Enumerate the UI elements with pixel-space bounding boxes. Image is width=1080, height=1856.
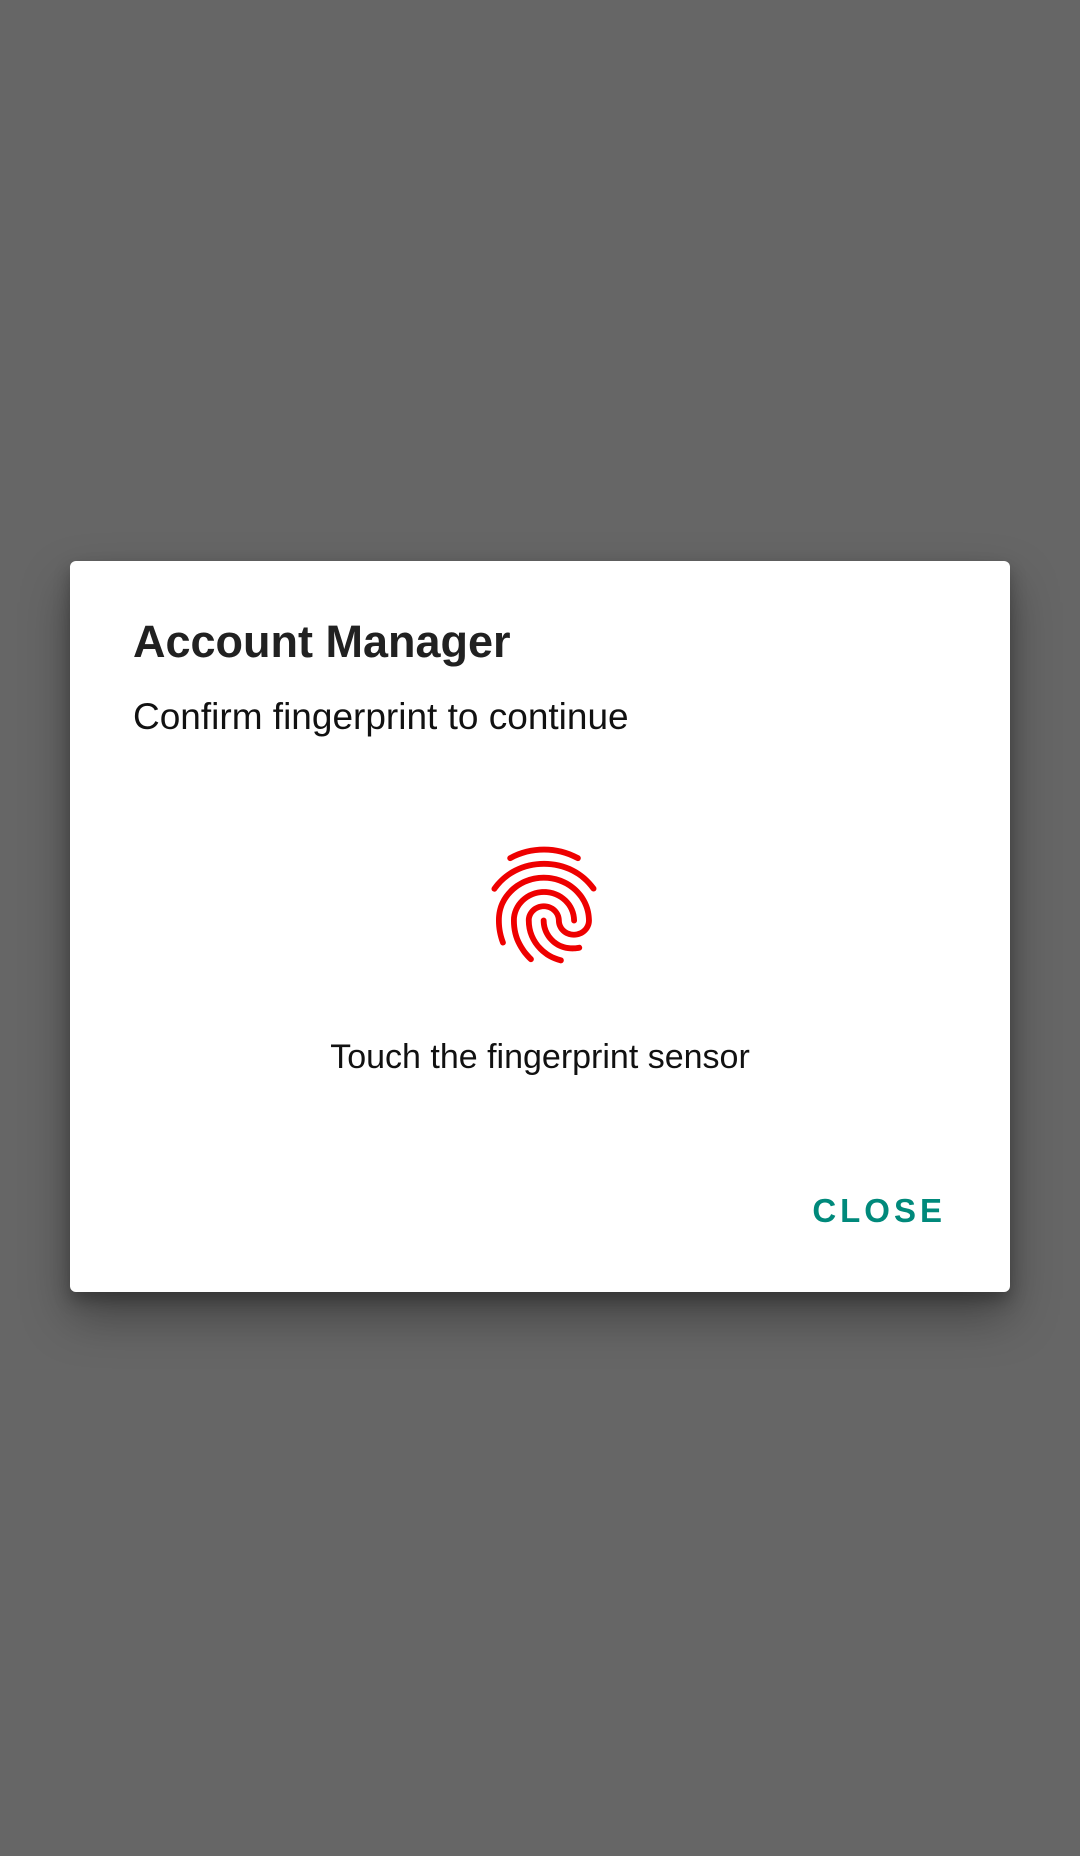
fingerprint-status-text: Touch the fingerprint sensor xyxy=(330,1038,750,1076)
dialog-subtitle: Confirm fingerprint to continue xyxy=(133,696,629,737)
fingerprint-dialog: Account Manager Confirm fingerprint to c… xyxy=(70,561,1010,1292)
close-button[interactable]: CLOSE xyxy=(798,1181,960,1241)
fingerprint-icon xyxy=(474,835,614,975)
dialog-title: Account Manager xyxy=(133,616,511,667)
